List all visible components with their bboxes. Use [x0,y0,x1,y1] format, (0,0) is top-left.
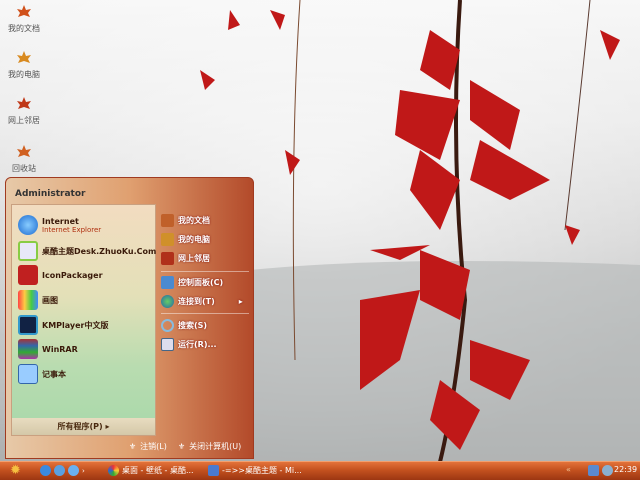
maple-leaf-icon [161,214,174,227]
iconpackager-icon [18,265,38,285]
divider [161,271,249,272]
desktop-icon-my-computer[interactable]: 我的电脑 [4,50,44,80]
volume-icon[interactable] [602,465,613,476]
start-menu: Administrator Internet Internet Explorer … [5,177,254,459]
control-panel-icon [161,276,174,289]
browser-icon [108,465,119,476]
arrow-right-icon: ▸ [238,297,243,306]
arrow-right-icon: ▸ [105,422,110,431]
desktop-icon-recycle-bin[interactable]: 回收站 [4,144,44,174]
maple-leaf-icon [161,252,174,265]
task-button[interactable]: -=>>桌酷主题 - Mi... [208,465,302,476]
place-connect-to[interactable]: 连接到(T) ▸ [161,295,243,308]
internet-explorer-icon [18,215,38,235]
shutdown-button[interactable]: ⚜ 关闭计算机(U) [178,441,241,452]
maple-leaf-icon [17,145,31,157]
start-button[interactable]: ✹ [10,463,21,478]
internet-explorer-icon[interactable] [40,465,51,476]
program-internet-explorer[interactable]: Internet Internet Explorer [18,215,101,235]
run-icon [161,338,174,351]
place-my-computer[interactable]: 我的电脑 [161,233,210,246]
zhuoku-icon [18,241,38,261]
globe-icon [161,295,174,308]
divider [161,313,249,314]
maple-leaf-icon: ✹ [10,463,21,478]
browser-icon[interactable] [54,465,65,476]
quick-launch: › [40,465,85,476]
task-button[interactable]: 桌面 - 壁纸 - 桌酷... [108,465,194,476]
clock: 22:39 [614,465,638,474]
place-network[interactable]: 网上邻居 [161,252,210,265]
program-notepad[interactable]: 记事本 [18,364,66,384]
shutdown-icon: ⚜ [178,442,186,451]
winrar-icon [18,339,38,359]
kmplayer-icon [18,315,38,335]
maple-leaf-icon [17,51,31,63]
program-winrar[interactable]: WinRAR [18,339,78,359]
chevron-left-icon: « [566,465,571,474]
desktop-icon-my-documents[interactable]: 我的文档 [4,4,44,34]
tray-expand-button[interactable]: « [566,465,571,474]
notepad-icon [18,364,38,384]
maple-leaf-icon [17,5,31,17]
maple-leaf-icon [17,97,31,109]
browser-icon[interactable] [68,465,79,476]
maple-leaf-icon [161,233,174,246]
user-name: Administrator [15,189,86,199]
programs-panel: Internet Internet Explorer 桌酷主题Desk.ZhuoK… [11,204,156,436]
program-zhuoku[interactable]: 桌酷主题Desk.ZhuoKu.Com [18,241,156,261]
search-icon [161,319,174,332]
program-iconpackager[interactable]: IconPackager [18,265,103,285]
logoff-button[interactable]: ⚜ 注销(L) [129,441,167,452]
system-tray [588,465,613,476]
chevron-right-icon[interactable]: › [82,467,85,475]
place-control-panel[interactable]: 控制面板(C) [161,276,223,289]
all-programs-button[interactable]: 所有程序(P) ▸ [12,418,155,435]
paint-icon [18,290,38,310]
place-run[interactable]: 运行(R)... [161,338,217,351]
program-paint[interactable]: 画图 [18,290,58,310]
logoff-icon: ⚜ [129,442,137,451]
taskbar: ✹ › 桌面 - 壁纸 - 桌酷... -=>>桌酷主题 - Mi... « 2… [0,461,640,480]
program-kmplayer[interactable]: KMPlayer中文版 [18,315,109,335]
network-icon[interactable] [588,465,599,476]
place-my-documents[interactable]: 我的文档 [161,214,210,227]
desktop-icon-network[interactable]: 网上邻居 [4,96,44,126]
document-icon [208,465,219,476]
place-search[interactable]: 搜索(S) [161,319,207,332]
